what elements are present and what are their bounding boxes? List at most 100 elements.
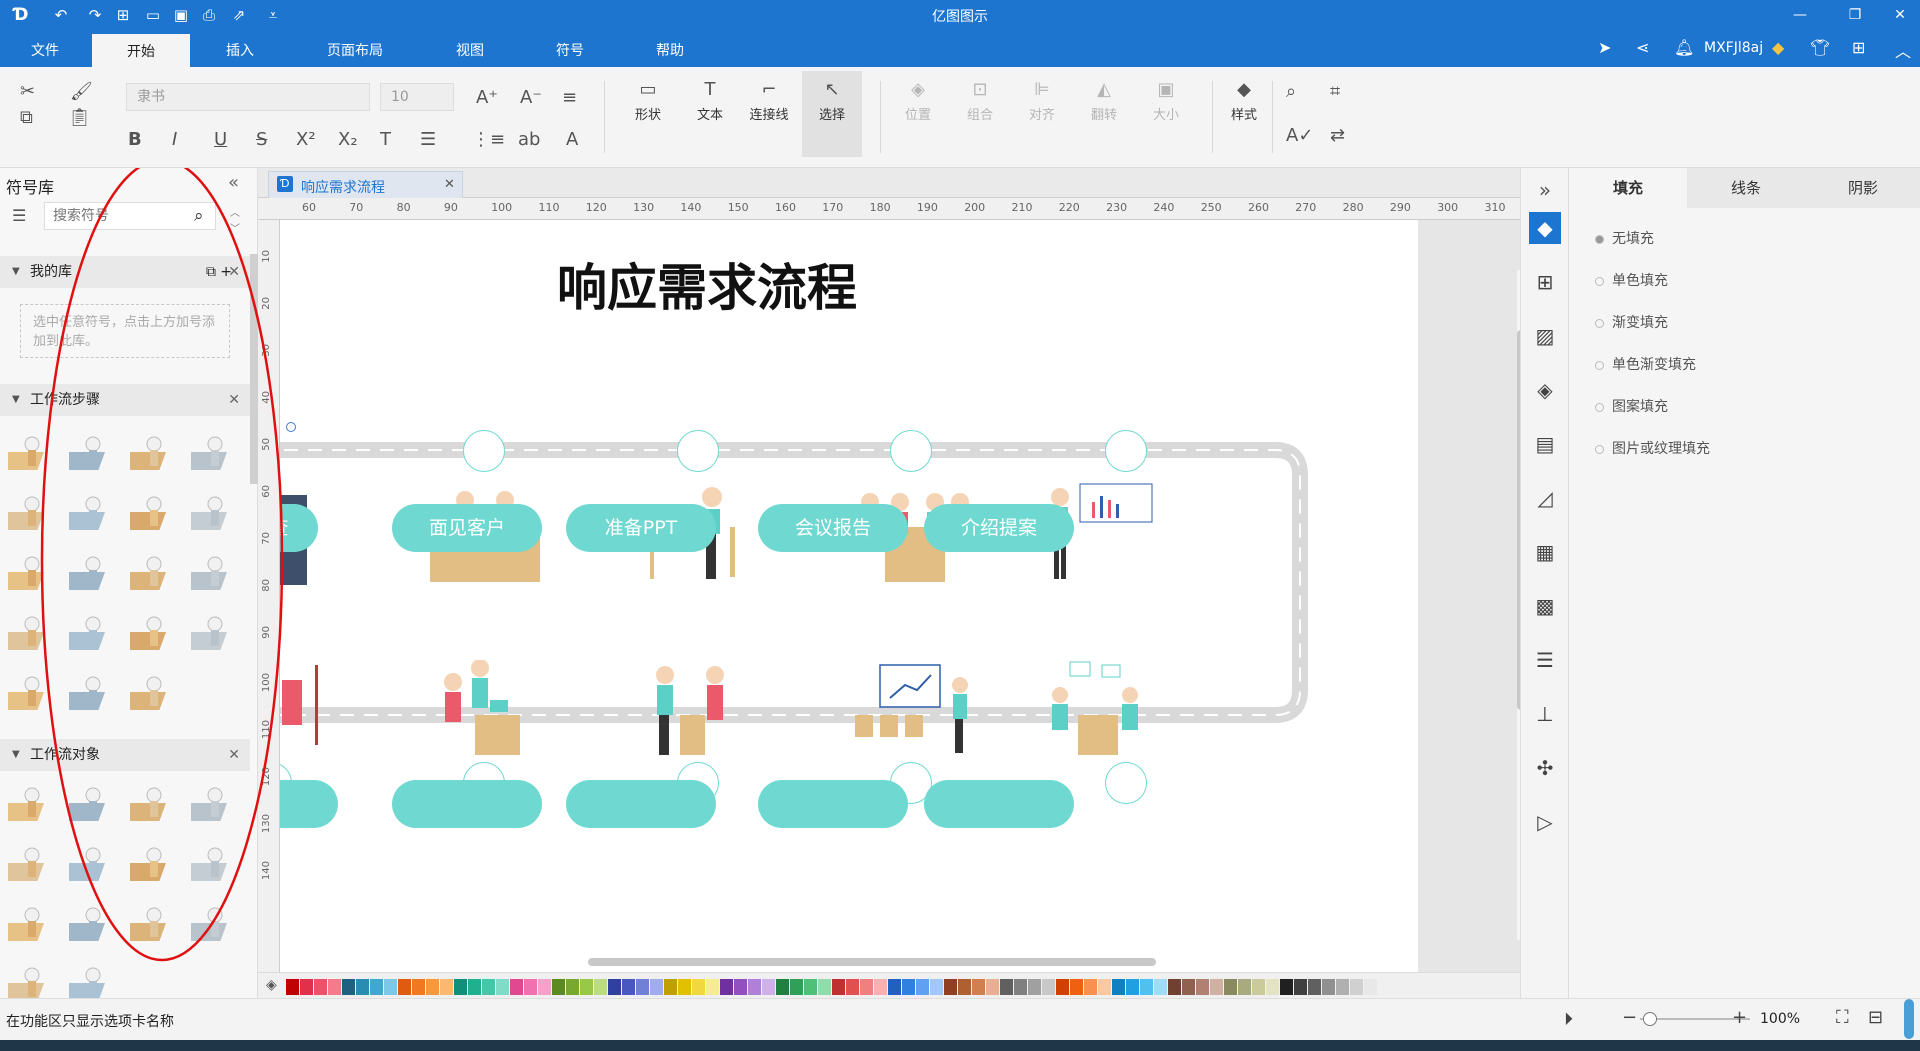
group-button[interactable]: ⊡ 组合 [958,79,1002,123]
color-swatch[interactable] [468,979,481,995]
tab-line[interactable]: 线条 [1687,168,1805,208]
format-icon[interactable]: ☰ [1529,644,1561,676]
table-icon[interactable]: ▦ [1529,536,1561,568]
tab-help[interactable]: 帮助 [630,30,710,67]
close-tab-icon[interactable]: ✕ [444,177,455,192]
flow-node[interactable] [890,430,932,472]
color-swatch[interactable] [1196,979,1209,995]
color-swatch[interactable] [860,979,873,995]
color-swatch[interactable] [1000,979,1013,995]
align-text-icon[interactable]: ≡ [562,87,577,108]
fill-option-pattern[interactable]: 图案填充 [1595,396,1668,416]
replace-icon[interactable]: ⇄ [1330,125,1345,146]
fit-width-icon[interactable]: ⊟ [1868,1007,1883,1028]
color-swatch[interactable] [1266,979,1279,995]
color-swatch[interactable] [1140,979,1153,995]
color-swatch[interactable] [1224,979,1237,995]
color-swatch[interactable] [1252,979,1265,995]
color-swatch[interactable] [608,979,621,995]
color-swatch[interactable] [482,979,495,995]
step-pill[interactable]: 准备PPT [566,504,716,552]
grow-font-icon[interactable]: A⁺ [476,87,498,108]
underline-icon[interactable]: U [214,129,227,150]
color-swatch[interactable] [846,979,859,995]
copy-icon[interactable]: ⧉ [20,107,33,128]
color-swatch[interactable] [496,979,509,995]
collapse-ribbon-icon[interactable]: ︿ [1895,38,1911,62]
format-painter-icon[interactable]: 🖌︎ [70,81,93,102]
color-swatch[interactable] [1126,979,1139,995]
connector-tool[interactable]: ⌐ 连接线 [742,79,796,123]
color-swatch[interactable] [664,979,677,995]
layout-icon[interactable]: ⊞ [1529,266,1561,298]
subscript-icon[interactable]: X₂ [338,129,358,150]
align-button[interactable]: ⊫ 对齐 [1020,79,1064,123]
font-size-select[interactable]: 10 [380,83,454,111]
color-swatch[interactable] [930,979,943,995]
data-icon[interactable]: ▩ [1529,590,1561,622]
diagram-page[interactable]: 响应需求流程 面见客户 准备PPT 会议报告 介绍提案 [280,220,1418,972]
close-button[interactable]: ✕ [1885,3,1915,27]
color-swatch[interactable] [1182,979,1195,995]
tab-symbol[interactable]: 符号 [530,30,610,67]
color-swatch[interactable] [734,979,747,995]
font-color-icon[interactable]: A [566,129,578,150]
color-swatch[interactable] [384,979,397,995]
canvas[interactable]: 响应需求流程 面见客户 准备PPT 会议报告 介绍提案 [280,220,1520,972]
color-swatch[interactable] [594,979,607,995]
color-swatch[interactable] [356,979,369,995]
color-swatch[interactable] [1028,979,1041,995]
color-swatch[interactable] [398,979,411,995]
position-button[interactable]: ◈ 位置 [896,79,940,123]
tab-fill[interactable]: 填充 [1569,168,1687,208]
color-swatch[interactable] [1084,979,1097,995]
apps-icon[interactable]: ⊞ [1852,38,1865,57]
org-chart-icon[interactable]: ⊥ [1529,698,1561,730]
color-swatch[interactable] [832,979,845,995]
find-icon[interactable]: ⌕ [1286,81,1296,102]
flow-node[interactable] [1105,762,1147,804]
play-icon[interactable]: ⏵ [1564,1009,1573,1030]
color-swatch[interactable] [1364,979,1377,995]
color-swatch[interactable] [818,979,831,995]
color-swatch[interactable] [678,979,691,995]
color-swatch[interactable] [552,979,565,995]
flip-button[interactable]: ◭ 翻转 [1082,79,1126,123]
line-spacing-icon[interactable]: ☰ [420,129,436,150]
strikethrough-icon[interactable]: S [256,129,267,150]
step-pill[interactable]: 会议报告 [758,504,908,552]
fill-option-texture[interactable]: 图片或纹理填充 [1595,438,1710,458]
fill-option-none[interactable]: 无填充 [1595,228,1654,248]
diagram-title[interactable]: 响应需求流程 [557,248,857,320]
text-tool[interactable]: T 文本 [688,79,732,123]
shape-tool[interactable]: ▭ 形状 [626,79,670,123]
color-swatch[interactable] [944,979,957,995]
italic-icon[interactable]: I [172,129,177,150]
color-swatch[interactable] [1154,979,1167,995]
username[interactable]: MXFJl8aj [1704,40,1763,56]
color-swatch[interactable] [1098,979,1111,995]
bell-icon[interactable]: 🔔︎ [1674,38,1694,57]
spellcheck-icon[interactable]: A✓ [1286,125,1313,146]
step-pill[interactable] [758,780,908,828]
tab-shadow[interactable]: 阴影 [1805,168,1920,208]
color-swatch[interactable] [1238,979,1251,995]
horizontal-scrollbar[interactable] [588,958,1156,966]
fill-panel-icon[interactable]: ◆ [1529,212,1561,244]
color-swatch[interactable] [776,979,789,995]
shrink-font-icon[interactable]: A⁻ [520,87,542,108]
color-swatch[interactable] [804,979,817,995]
color-swatch[interactable] [510,979,523,995]
color-swatch[interactable] [370,979,383,995]
color-swatch[interactable] [1294,979,1307,995]
color-swatch[interactable] [790,979,803,995]
image-icon[interactable]: ▨ [1529,320,1561,352]
color-swatch[interactable] [720,979,733,995]
step-pill[interactable]: 介绍提案 [924,504,1074,552]
page-icon[interactable]: ▤ [1529,428,1561,460]
zoom-level[interactable]: 100% [1760,1011,1800,1027]
tab-view[interactable]: 视图 [430,30,510,67]
flow-node[interactable] [463,430,505,472]
size-button[interactable]: ▣ 大小 [1144,79,1188,123]
color-swatch[interactable] [426,979,439,995]
